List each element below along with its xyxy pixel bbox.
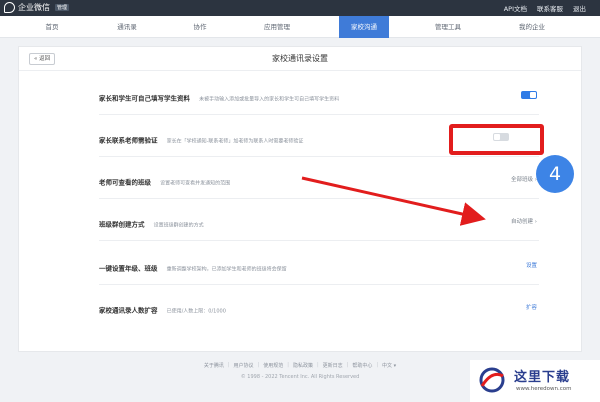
pointer-arrow	[301, 176, 486, 226]
footer-link-changelog[interactable]: 更新日志	[323, 362, 343, 369]
footer-link-privacy[interactable]: 隐私政策	[293, 362, 313, 369]
watermark-logo-icon	[479, 367, 505, 393]
language-select[interactable]: 中文 ▾	[382, 362, 396, 369]
footer-link-about[interactable]: 关于腾讯	[204, 362, 224, 369]
footer-link-guidelines[interactable]: 使用规范	[263, 362, 283, 369]
watermark-title: 这里下载	[514, 370, 571, 385]
watermark-url: www.heredown.com	[516, 386, 572, 392]
footer-link-terms[interactable]: 用户协议	[234, 362, 254, 369]
watermark: 这里下载 www.heredown.com	[470, 360, 600, 402]
footer-link-help[interactable]: 帮助中心	[352, 362, 372, 369]
